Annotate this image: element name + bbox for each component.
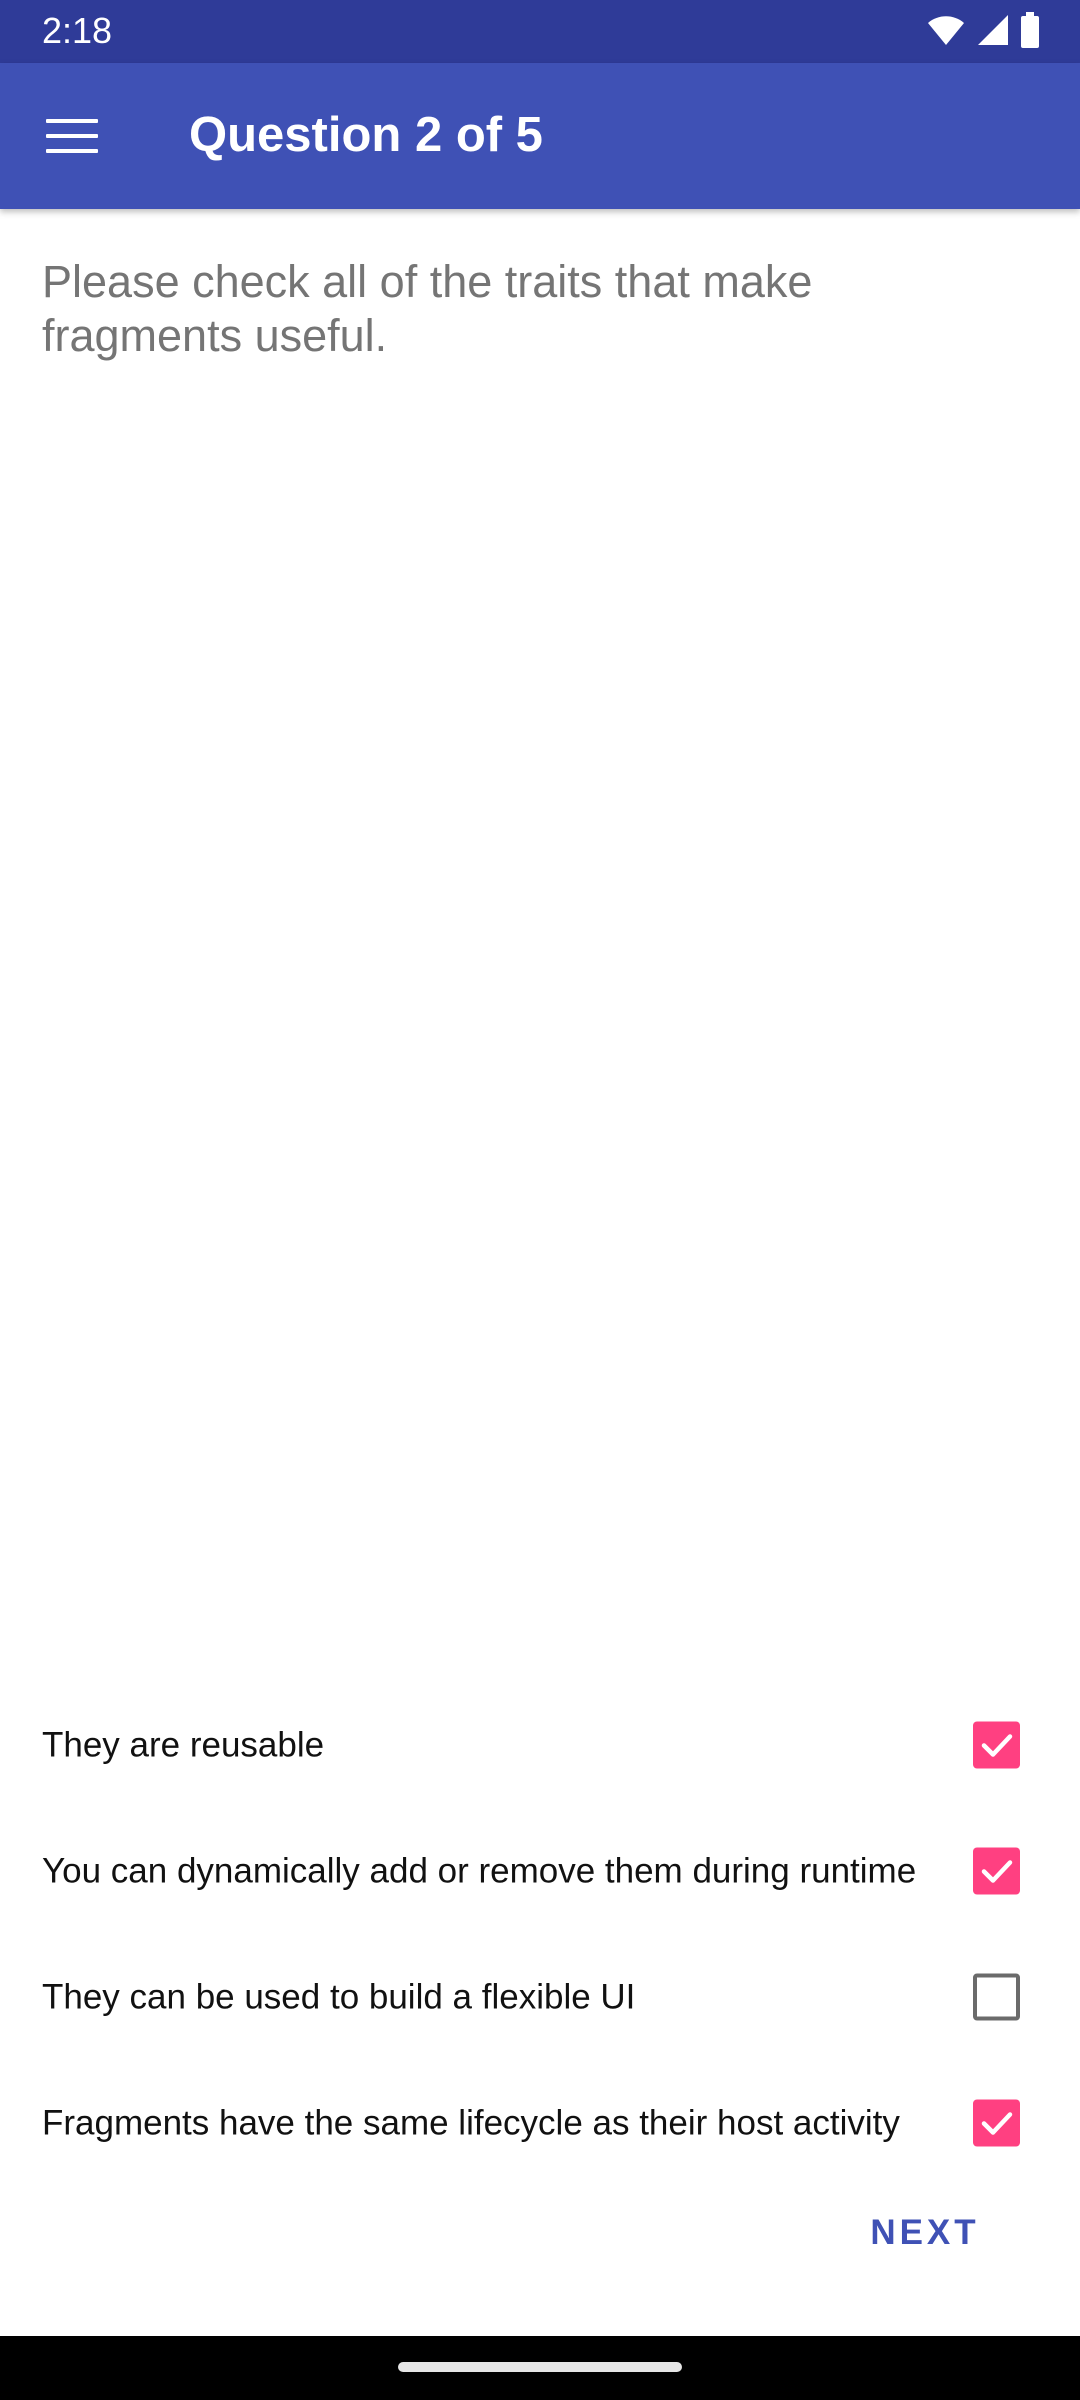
home-handle[interactable] (398, 2362, 682, 2372)
status-bar: 2:18 (0, 0, 1080, 63)
check-icon (981, 1734, 1013, 1757)
option-row-reusable[interactable]: They are reusable (0, 1690, 1080, 1800)
page-title: Question 2 of 5 (189, 108, 543, 162)
wifi-icon (926, 13, 966, 52)
option-label: Fragments have the same lifecycle as the… (42, 2103, 900, 2143)
option-checkbox[interactable] (973, 2099, 1020, 2147)
question-text: Please check all of the traits that make… (42, 256, 813, 361)
status-time: 2:18 (42, 10, 113, 51)
option-checkbox[interactable] (973, 1847, 1020, 1895)
option-label: They are reusable (42, 1725, 325, 1765)
battery-icon (1020, 11, 1040, 53)
status-icons (926, 11, 1040, 53)
option-label: They can be used to build a flexible UI (42, 1977, 636, 2017)
navigation-bar (0, 2336, 1080, 2400)
app-bar: Question 2 of 5 (0, 63, 1080, 209)
option-checkbox[interactable] (973, 1973, 1020, 2021)
hamburger-menu-icon[interactable] (42, 113, 102, 159)
option-row-flexible-ui[interactable]: They can be used to build a flexible UI (0, 1942, 1080, 2052)
signal-icon (976, 13, 1010, 52)
check-icon (981, 2112, 1013, 2135)
check-icon (981, 1860, 1013, 1883)
option-row-dynamic[interactable]: You can dynamically add or remove them d… (0, 1816, 1080, 1926)
next-button[interactable]: NEXT (850, 2200, 1000, 2266)
option-checkbox[interactable] (973, 1721, 1020, 1769)
option-row-lifecycle[interactable]: Fragments have the same lifecycle as the… (0, 2068, 1080, 2178)
option-label: You can dynamically add or remove them d… (42, 1851, 917, 1891)
